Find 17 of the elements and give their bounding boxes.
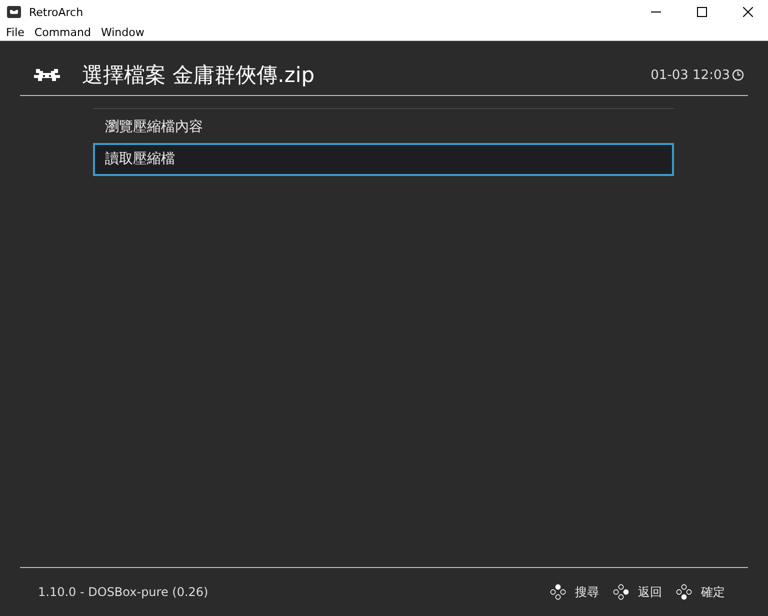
hint-label: 返回 <box>638 584 662 600</box>
menu-entry[interactable]: 瀏覽壓縮檔內容 <box>93 112 674 143</box>
maximize-icon[interactable] <box>697 7 707 17</box>
menu-item[interactable]: File <box>6 26 24 38</box>
clock-icon <box>732 69 744 81</box>
clock-time: 01-03 12:03 <box>650 68 730 82</box>
menu-item[interactable]: Command <box>34 26 91 38</box>
hint-label: 確定 <box>701 584 725 600</box>
version-label: 1.10.0 - DOSBox-pure (0.26) <box>38 585 208 599</box>
app-icon <box>7 6 21 18</box>
menu-item[interactable]: Window <box>100 26 144 38</box>
menu-entry[interactable]: 讀取壓縮檔 <box>93 143 674 176</box>
invader-logo-icon <box>32 67 62 83</box>
close-icon[interactable] <box>743 7 753 17</box>
hint-label: 搜尋 <box>575 584 599 600</box>
window-title: RetroArch <box>29 6 84 18</box>
page-title: 選擇檔案 金庸群俠傳.zip <box>82 62 315 89</box>
